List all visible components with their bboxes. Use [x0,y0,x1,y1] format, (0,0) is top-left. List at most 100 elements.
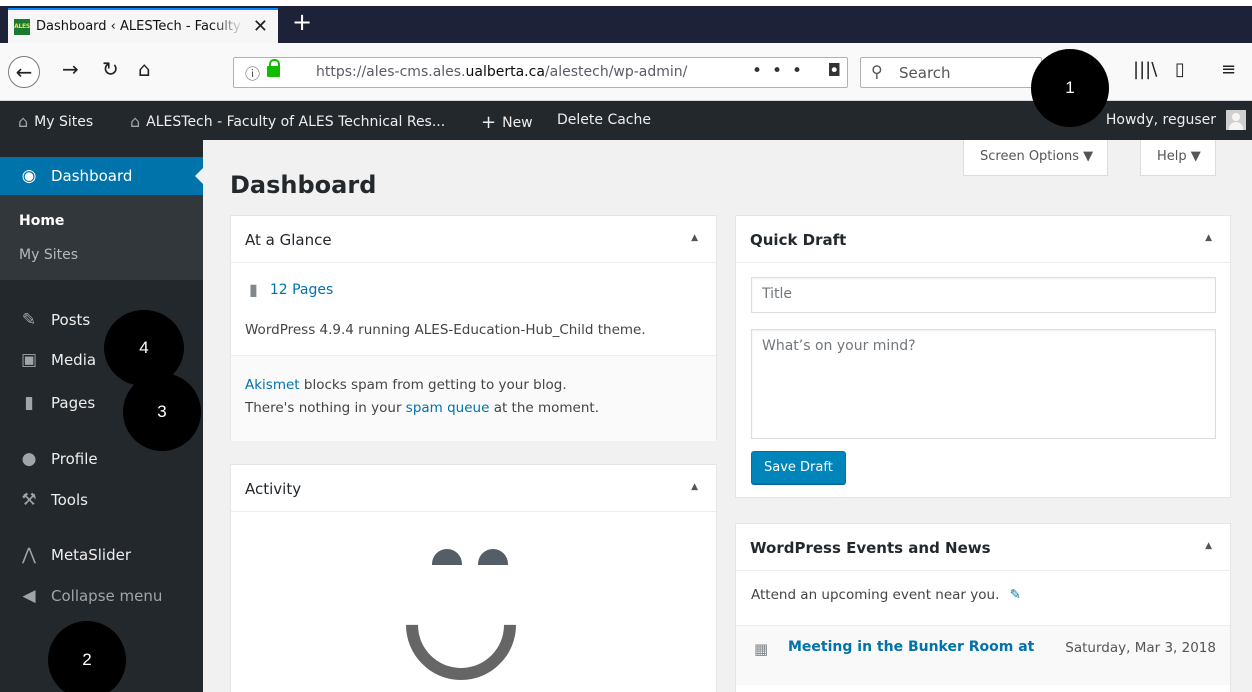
edit-location-icon[interactable]: ✎ [1010,587,1021,603]
tools-icon: ⚒ [21,490,37,510]
attend-event-text: Attend an upcoming event near you. [751,587,1000,603]
sidebar-item-label: Posts [51,311,91,329]
event-title-link[interactable]: Meeting in the Bunker Room at [788,639,1034,655]
draft-content-textarea[interactable]: What’s on your mind? [751,329,1216,439]
home-icon: ⌂ [130,112,141,131]
akismet-desc: blocks spam from getting to your blog. [299,377,567,393]
site-name-link[interactable]: ⌂ ALESTech - Faculty of ALES Technical R… [130,112,445,131]
new-tab-button[interactable]: + [292,8,312,36]
lock-icon[interactable] [267,59,280,77]
home-button[interactable]: ⌂ [138,57,151,81]
attend-event-row: Attend an upcoming event near you. ✎ [751,587,1021,603]
sidebar-toggle-icon[interactable]: ▯ [1175,59,1185,80]
sidebar-item-media[interactable]: ▣ Media [19,350,96,370]
submenu-my-sites[interactable]: My Sites [19,247,78,263]
forward-button[interactable]: → [62,57,79,81]
sidebar-item-dashboard[interactable]: ◉ Dashboard [0,157,203,195]
url-prefix: https://ales-cms.ales. [316,64,466,80]
sidebar-item-pages[interactable]: ▮ Pages [19,393,95,413]
site-info-icon[interactable]: ⓘ [245,63,260,84]
calendar-event-icon: ▦ [754,640,769,658]
sidebar-item-metaslider[interactable]: ⋀ MetaSlider [19,545,131,565]
back-button[interactable]: ← [8,56,40,88]
widget-toggle-icon[interactable]: ▲ [1205,541,1212,551]
delete-cache-link[interactable]: Delete Cache [557,112,651,128]
search-icon: ⚲ [871,62,883,81]
widget-header: WordPress Events and News ▲ [736,524,1230,571]
media-icon: ▣ [20,350,38,370]
sidebar-item-posts[interactable]: ✎ Posts [19,310,90,330]
sidebar-item-label: Pages [51,394,96,412]
activity-widget: Activity ▲ [230,464,717,692]
akismet-link[interactable]: Akismet [245,377,300,393]
pages-count-link[interactable]: 12 Pages [270,282,333,298]
event-date: Saturday, Mar 3, 2018 [1065,640,1216,656]
search-input[interactable]: Search [899,64,951,82]
submenu-home[interactable]: Home [19,213,64,229]
widget-title: Quick Draft [750,231,847,249]
widget-toggle-icon[interactable]: ▲ [691,482,698,492]
url-domain: ualberta.ca [465,64,545,80]
quick-draft-widget: Quick Draft ▲ Title What’s on your mind?… [735,215,1231,498]
callout-marker-2: 2 [48,621,126,692]
menu-hamburger-icon[interactable]: ≡ [1221,59,1236,80]
pages-count-row: ▮ 12 Pages [249,280,333,299]
url-text: https://ales-cms.ales.ualberta.ca/aleste… [316,64,724,80]
pages-icon: ▮ [24,393,34,413]
url-bar[interactable]: ⓘ https://ales-cms.ales.ualberta.ca/ales… [233,57,882,88]
draft-title-input[interactable]: Title [751,277,1216,313]
main-content: Dashboard Screen Options ▼ Help ▼ At a G… [203,140,1252,692]
collapse-menu-button[interactable]: ◀ Collapse menu [19,586,162,606]
spam-pre: There's nothing in your [245,400,406,416]
collapse-menu-label: Collapse menu [51,587,163,605]
reload-button[interactable]: ↻ [102,57,119,81]
callout-marker-1: 1 [1031,49,1109,127]
events-news-widget: WordPress Events and News ▲ Attend an up… [735,523,1231,692]
akismet-text: Akismet blocks spam from getting to your… [245,374,599,420]
library-icon[interactable]: |||\ [1133,59,1157,80]
widget-toggle-icon[interactable]: ▲ [691,233,698,243]
spam-queue-link[interactable]: spam queue [406,400,490,416]
smiley-right-eye [478,549,508,565]
widget-toggle-icon[interactable]: ▲ [1205,233,1212,243]
smiley-left-eye [432,549,462,565]
page-title: Dashboard [230,171,377,199]
at-a-glance-widget: At a Glance ▲ ▮ 12 Pages WordPress 4.9.4… [230,215,717,441]
widget-title: At a Glance [245,231,332,249]
widget-title: Activity [245,480,302,498]
help-button[interactable]: Help ▼ [1140,140,1216,176]
sidebar-item-label: Dashboard [51,167,133,185]
delete-cache-label: Delete Cache [557,112,651,128]
callout-marker-4: 4 [104,310,184,386]
plus-icon: + [481,112,497,133]
spam-post: at the moment. [489,400,600,416]
site-name-label: ALESTech - Faculty of ALES Technical Res… [146,113,446,130]
my-sites-icon: ⌂ [18,112,29,131]
akismet-section: Akismet blocks spam from getting to your… [231,355,716,441]
theme-info: WordPress 4.9.4 running ALES-Education-H… [245,322,646,338]
new-content-link[interactable]: + New [481,112,533,133]
widget-header: At a Glance ▲ [231,216,716,263]
search-bar[interactable]: ⚲ Search [860,57,1042,88]
howdy-user-link[interactable]: Howdy, reguser [1106,112,1216,128]
tab-title: Dashboard ‹ ALESTech - Faculty [36,19,241,34]
my-sites-label: My Sites [34,113,94,130]
sidebar-item-tools[interactable]: ⚒ Tools [19,490,88,510]
save-draft-button[interactable]: Save Draft [751,451,846,484]
dashboard-icon: ◉ [21,166,37,186]
new-label: New [502,114,533,131]
sidebar-item-label: MetaSlider [51,546,132,564]
back-arrow-icon: ← [15,60,33,84]
tab-close-icon[interactable]: ✕ [253,16,268,37]
browser-tab-active[interactable]: ALES Dashboard ‹ ALESTech - Faculty ✕ [8,8,278,43]
dashboard-submenu: Home My Sites [0,195,203,280]
sidebar-item-profile[interactable]: ● Profile [19,449,98,469]
pages-icon: ▮ [249,280,258,299]
my-sites-link[interactable]: ⌂ My Sites [18,112,93,131]
profile-icon: ● [21,449,37,469]
screen-options-button[interactable]: Screen Options ▼ [963,140,1109,176]
widget-title: WordPress Events and News [750,539,991,557]
avatar[interactable] [1226,110,1246,130]
sidebar-item-label: Tools [51,491,88,509]
url-path: /alestech/wp-admin/ [544,64,688,80]
